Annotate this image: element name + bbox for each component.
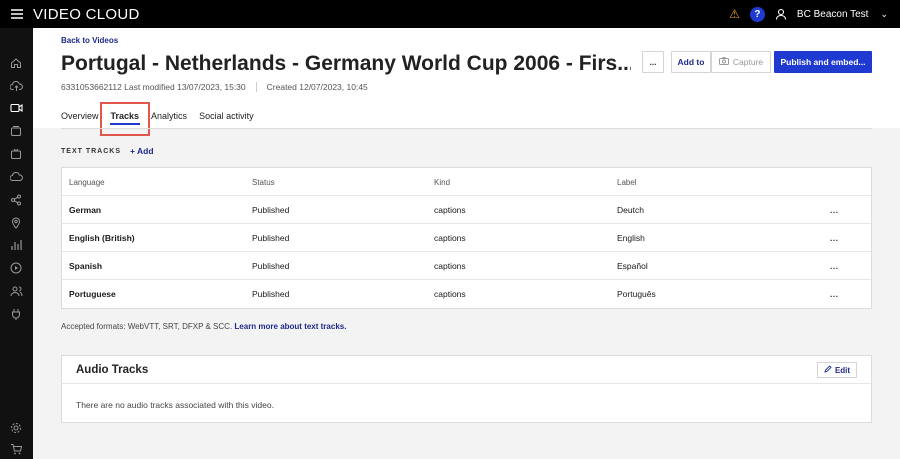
player-icon[interactable] [9, 261, 23, 275]
accepted-formats-text: Accepted formats: WebVTT, SRT, DFXP & SC… [61, 322, 233, 331]
track-language: Portuguese [69, 289, 116, 299]
plugins-icon[interactable] [9, 307, 23, 321]
track-status: Published [252, 205, 290, 215]
track-label: Español [617, 261, 648, 271]
help-icon[interactable]: ? [749, 6, 765, 22]
top-bar: VIDEO CLOUD ⚠ ? BC Beacon Test ⌄ [0, 0, 900, 28]
tab-social-activity[interactable]: Social activity [199, 111, 254, 121]
settings-gear-icon[interactable] [9, 421, 23, 435]
upload-icon[interactable] [9, 79, 23, 93]
social-icon[interactable] [9, 193, 23, 207]
user-icon[interactable] [775, 8, 787, 20]
live-icon[interactable] [9, 147, 23, 161]
capture-button[interactable]: Capture [711, 51, 771, 73]
track-label: English [617, 233, 645, 243]
audio-tracks-card: Audio Tracks Edit There are no audio tra… [61, 355, 872, 423]
track-label: Português [617, 289, 656, 299]
learn-more-link[interactable]: Learn more about text tracks. [234, 322, 346, 331]
audio-tracks-empty-message: There are no audio tracks associated wit… [76, 400, 274, 410]
home-icon[interactable] [9, 56, 23, 70]
table-row[interactable]: Portuguese Published captions Português … [62, 280, 871, 308]
back-to-videos-link[interactable]: Back to Videos [61, 36, 118, 45]
sidebar [0, 28, 33, 459]
cloud-icon[interactable] [9, 170, 23, 184]
column-header-kind: Kind [434, 177, 451, 187]
tab-bar: Overview Tracks Analytics Social activit… [61, 111, 266, 125]
track-label: Deutch [617, 205, 644, 215]
created-date: Created 12/07/2023, 10:45 [266, 82, 368, 92]
row-more-icon[interactable]: ... [830, 252, 839, 280]
text-tracks-label: TEXT TRACKS [61, 148, 121, 155]
capture-label: Capture [732, 57, 764, 67]
meta-divider [255, 82, 257, 92]
hamburger-menu-icon[interactable] [0, 0, 33, 28]
column-header-label: Label [617, 177, 637, 187]
add-text-track-button[interactable]: + Add [130, 146, 154, 156]
edit-audio-tracks-button[interactable]: Edit [817, 362, 857, 378]
tracks-tab-highlight-box [100, 102, 150, 136]
users-icon[interactable] [9, 284, 23, 298]
analytics-icon[interactable] [9, 238, 23, 252]
video-id-modified: 6331053662112 Last modified 13/07/2023, … [61, 82, 246, 92]
track-status: Published [252, 289, 290, 299]
video-meta: 6331053662112 Last modified 13/07/2023, … [61, 82, 368, 92]
chevron-down-icon[interactable]: ⌄ [880, 9, 888, 20]
video-icon[interactable] [9, 101, 23, 115]
tab-overview[interactable]: Overview [61, 111, 99, 121]
table-row[interactable]: German Published captions Deutch ... [62, 196, 871, 224]
tab-analytics[interactable]: Analytics [151, 111, 187, 121]
table-row[interactable]: Spanish Published captions Español ... [62, 252, 871, 280]
user-menu[interactable]: BC Beacon Test [797, 9, 869, 20]
text-tracks-table: Language Status Kind Label German Publis… [61, 167, 872, 309]
track-kind: captions [434, 261, 466, 271]
row-more-icon[interactable]: ... [830, 196, 839, 224]
row-more-icon[interactable]: ... [830, 280, 839, 308]
warning-icon[interactable]: ⚠ [729, 7, 740, 21]
cart-icon[interactable] [9, 442, 23, 456]
audience-icon[interactable] [9, 216, 23, 230]
track-kind: captions [434, 233, 466, 243]
video-header: Back to Videos Portugal - Netherlands - … [33, 28, 900, 136]
brand-logo[interactable]: VIDEO CLOUD [33, 6, 140, 23]
table-header-row: Language Status Kind Label [62, 168, 871, 196]
audio-tracks-header: Audio Tracks Edit [62, 356, 871, 384]
track-status: Published [252, 261, 290, 271]
track-kind: captions [434, 205, 466, 215]
page-title: Portugal - Netherlands - Germany World C… [61, 52, 631, 75]
edit-label: Edit [834, 365, 851, 375]
more-actions-button[interactable]: ... [642, 51, 664, 73]
accepted-formats-note: Accepted formats: WebVTT, SRT, DFXP & SC… [61, 322, 346, 331]
track-language: German [69, 205, 102, 215]
tab-divider [61, 128, 872, 129]
column-header-language: Language [69, 177, 105, 187]
track-kind: captions [434, 289, 466, 299]
table-row[interactable]: English (British) Published captions Eng… [62, 224, 871, 252]
column-header-status: Status [252, 177, 275, 187]
track-language: Spanish [69, 261, 103, 271]
audio-tracks-title: Audio Tracks [76, 364, 149, 376]
playlist-icon[interactable] [9, 124, 23, 138]
track-status: Published [252, 233, 290, 243]
main-content: Back to Videos Portugal - Netherlands - … [33, 28, 900, 459]
publish-and-embed-button[interactable]: Publish and embed... [774, 51, 872, 73]
camera-icon [718, 57, 729, 67]
pencil-icon [824, 365, 832, 375]
add-to-button[interactable]: Add to [671, 51, 711, 73]
row-more-icon[interactable]: ... [830, 224, 839, 252]
track-language: English (British) [69, 233, 135, 243]
